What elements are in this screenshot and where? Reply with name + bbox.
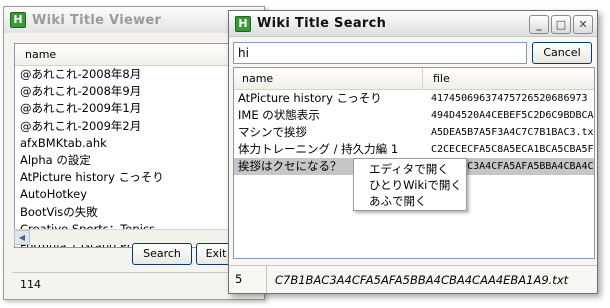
row-file: 41745069637475726520686973 [431,93,588,104]
viewer-status-count: 114 [12,272,236,296]
column-header-name[interactable]: name [15,44,235,66]
minimize-icon[interactable]: _ [529,15,549,34]
list-item[interactable]: @あれこれ-2009年2月 [15,118,235,135]
search-statusbar: 5 C7B1BAC3A4CFA5AFA5BBA4CBA4CAA4EBA1A9.t… [229,265,597,293]
menu-item-open-in-hitori-wiki[interactable]: ひとりWikiで開く [354,177,466,193]
menu-item-open-in-editor[interactable]: エディタで開く [354,161,466,177]
viewer-title: Wiki Title Viewer [32,12,162,28]
list-item[interactable]: @あれこれ-2009年1月 [15,100,235,117]
row-name: IME の状態表示 [238,108,320,122]
table-row[interactable]: マシンで挨拶 A5DEA5B7A5F3A4C7C7B1BAC3.tx [234,124,594,141]
wiki-title-viewer-window[interactable]: H Wiki Title Viewer name @あれこれ-2008年8月 @… [3,6,265,300]
wiki-title-search-window[interactable]: H Wiki Title Search _ □ ✕ hi Cancel name… [228,10,598,294]
context-menu: エディタで開く ひとりWikiで開く あふで開く [353,158,467,211]
app-icon: H [10,12,26,28]
table-row[interactable]: AtPicture history こっそり 41745069637475726… [234,90,594,107]
search-input[interactable]: hi [233,42,527,64]
search-window-title: Wiki Title Search [257,16,387,31]
viewer-titlebar[interactable]: H Wiki Title Viewer [4,7,264,33]
list-item[interactable]: afxBMKtab.ahk [15,135,235,152]
menu-item-open-in-afx[interactable]: あふで開く [354,193,466,209]
row-file: 494D4520A4CEBEF5C2D6C9BDBCA [431,110,594,121]
selected-file-name: C7B1BAC3A4CFA5AFA5BBA4CBA4CAA4EBA1A9.txt [275,272,569,287]
scroll-left-icon[interactable]: ◀ [14,230,30,245]
cancel-button[interactable]: Cancel [532,42,592,64]
row-file: A5DEA5B7A5F3A4C7C7B1BAC3.tx [431,127,594,138]
row-name: 体力トレーニング / 持久力編 1 [238,142,399,156]
row-name: マシンで挨拶 [238,125,307,139]
search-button[interactable]: Search [132,243,192,265]
title-list[interactable]: name @あれこれ-2008年8月 @あれこれ-2008年9月 @あれこれ-2… [14,43,236,248]
close-icon[interactable]: ✕ [573,15,593,34]
list-item[interactable]: @あれこれ-2008年8月 [15,66,235,83]
list-item[interactable]: @あれこれ-2008年9月 [15,83,235,100]
table-row[interactable]: 体力トレーニング / 持久力編 1 C2CECECFA5C8A5ECA1BCA5… [234,141,594,158]
list-item[interactable]: BootVisの失敗 [15,204,235,221]
result-count: 5 [229,266,267,293]
list-item[interactable]: Alpha の設定 [15,152,235,169]
row-name: AtPicture history こっそり [238,91,382,105]
column-header-file[interactable]: file [423,68,450,89]
column-header-name[interactable]: name [234,68,423,89]
maximize-icon[interactable]: □ [551,15,571,34]
table-row[interactable]: IME の状態表示 494D4520A4CEBEF5C2D6C9BDBCA [234,107,594,124]
results-table-header: name file [234,68,594,90]
search-titlebar[interactable]: H Wiki Title Search _ □ ✕ [229,11,597,37]
list-item[interactable]: AtPicture history こっそり [15,169,235,186]
app-icon: H [235,15,251,32]
row-file: C2CECECFA5C8A5ECA1BCA5CBA5F [431,144,594,155]
list-item[interactable]: AutoHotkey [15,186,235,203]
